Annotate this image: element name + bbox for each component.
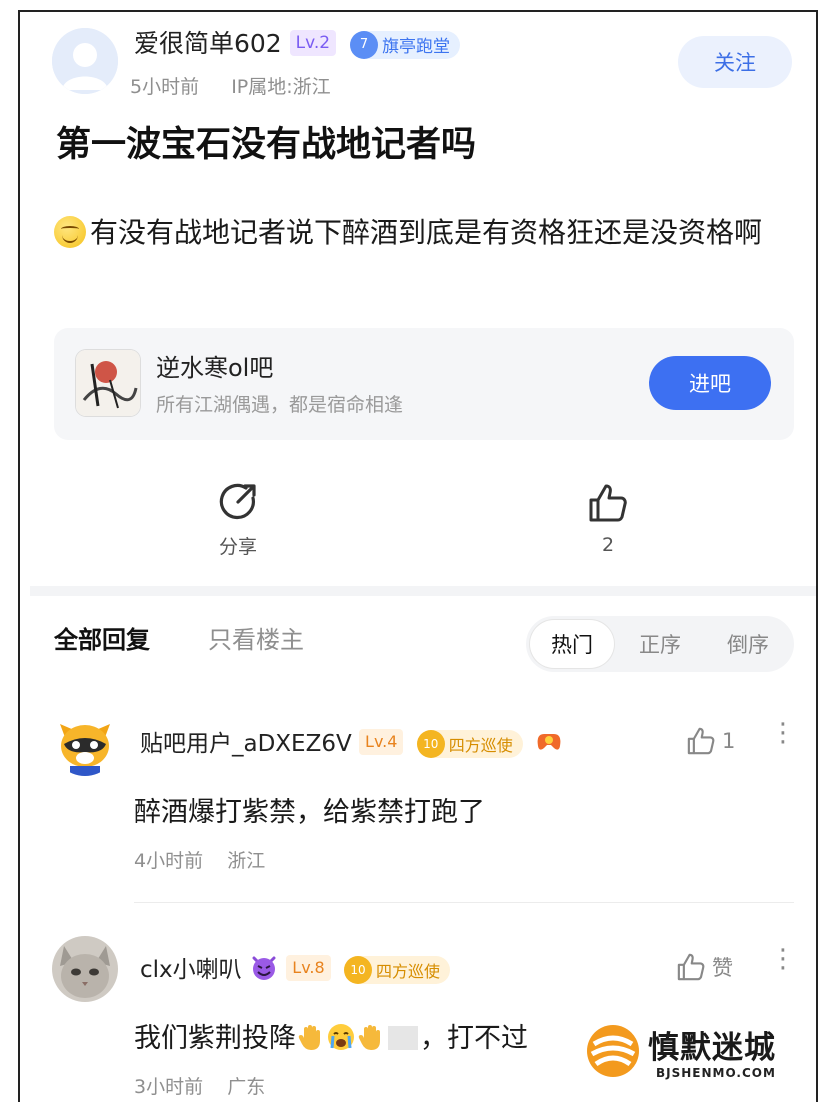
section-divider xyxy=(30,586,816,596)
badge-medal-icon: 10 xyxy=(416,730,445,758)
raccoon-avatar-icon xyxy=(52,710,118,776)
badge-medal-icon: 7 xyxy=(350,30,379,59)
raised-hand-emoji-icon xyxy=(298,1025,320,1050)
watermark-name: 慎默迷城 xyxy=(648,1030,776,1066)
thumbs-up-icon xyxy=(687,727,715,755)
comment-meta: 4小时前 浙江 xyxy=(134,846,265,873)
author-title-badge: 7 旗亭跑堂 xyxy=(350,30,461,59)
forum-card[interactable]: 逆水寒ol吧 所有江湖偶遇，都是宿命相逢 进吧 xyxy=(54,328,794,440)
comment-title-label: 四方巡使 xyxy=(376,962,441,981)
sort-switcher: 热门 正序 倒序 xyxy=(526,616,794,672)
comment-title-badge: 10 四方巡使 xyxy=(416,730,523,758)
share-button[interactable]: 分享 xyxy=(198,482,278,559)
forum-logo-icon xyxy=(76,350,140,416)
author-avatar[interactable] xyxy=(52,28,118,94)
post-meta: 5小时前 IP属地:浙江 xyxy=(130,72,331,99)
post-content: 有没有战地记者说下醉酒到底是有资格狂还是没资格啊 xyxy=(54,206,794,260)
comment-avatar[interactable] xyxy=(52,936,118,1002)
comment-text: 醉酒爆打紫禁，给紫禁打跑了 xyxy=(134,797,485,828)
comment-like-button[interactable]: 赞 xyxy=(676,952,733,982)
post-title: 第一波宝石没有战地记者吗 xyxy=(56,125,477,165)
watermark: 慎默迷城 BJSHENMO.COM xyxy=(574,1012,800,1092)
comment-avatar[interactable] xyxy=(52,710,118,776)
post-page: 爱很简单602 Lv.2 7 旗亭跑堂 5小时前 IP属地:浙江 关注 第一波宝… xyxy=(18,10,818,1102)
comment-author-name[interactable]: 贴吧用户_aDXEZ6V xyxy=(140,731,352,757)
sort-ascending[interactable]: 正序 xyxy=(618,620,702,668)
forum-logo xyxy=(76,350,140,416)
comment-like-label: 赞 xyxy=(712,956,733,980)
post-time: 5小时前 xyxy=(130,76,200,98)
crying-emoji-icon xyxy=(328,1024,354,1050)
devil-emoji-icon xyxy=(252,956,276,980)
post-content-text: 有没有战地记者说下醉酒到底是有资格狂还是没资格啊 xyxy=(90,216,763,249)
comment-author-name[interactable]: clx小喇叭 xyxy=(140,957,242,983)
gamepad-badge-icon xyxy=(537,734,561,750)
author-title-label: 旗亭跑堂 xyxy=(382,37,451,57)
smile-emoji-icon xyxy=(54,216,86,248)
comment-meta: 3小时前 广东 xyxy=(134,1072,265,1099)
more-vertical-icon[interactable]: ⋮ xyxy=(770,946,796,972)
post-author-name[interactable]: 爱很简单602 xyxy=(134,29,282,58)
tab-owner-only[interactable]: 只看楼主 xyxy=(208,620,304,655)
cat-avatar-icon xyxy=(52,936,118,1002)
comment-time: 3小时前 xyxy=(134,1076,204,1098)
comment-like-count: 1 xyxy=(722,729,736,753)
thumbs-up-icon xyxy=(589,484,627,522)
watermark-domain: BJSHENMO.COM xyxy=(656,1066,776,1080)
post-ip-location: IP属地:浙江 xyxy=(231,76,331,98)
comment-text-before: 我们紫荆投降 xyxy=(134,1023,296,1054)
badge-medal-icon: 10 xyxy=(344,956,372,984)
share-icon xyxy=(219,483,256,520)
sort-hot[interactable]: 热门 xyxy=(530,620,614,668)
comment-author-line: clx小喇叭 Lv.8 10 四方巡使 xyxy=(140,950,451,984)
forum-description: 所有江湖偶遇，都是宿命相逢 xyxy=(156,394,404,416)
comment-divider xyxy=(134,902,794,903)
comment-title-badge: 10 四方巡使 xyxy=(344,956,451,984)
forum-name: 逆水寒ol吧 xyxy=(156,354,274,382)
like-count: 2 xyxy=(601,534,615,556)
comment-location: 浙江 xyxy=(227,850,266,872)
image-placeholder xyxy=(388,1026,418,1050)
thumbs-up-icon xyxy=(677,953,705,981)
comment-text: 我们紫荆投降 ，打不过 xyxy=(134,1016,528,1055)
comment-text-after: ，打不过 xyxy=(420,1023,528,1054)
watermark-logo-icon xyxy=(587,1025,639,1077)
raised-hand-emoji-icon xyxy=(358,1025,380,1050)
comment-location: 广东 xyxy=(227,1076,266,1098)
default-avatar-icon xyxy=(52,28,118,94)
comment-level-badge: Lv.4 xyxy=(359,729,404,755)
share-label: 分享 xyxy=(218,536,257,558)
like-button[interactable]: 2 xyxy=(568,482,648,556)
comment-like-button[interactable]: 1 xyxy=(686,726,735,756)
comment-time: 4小时前 xyxy=(134,850,204,872)
author-level-badge: Lv.2 xyxy=(289,30,337,56)
comment-author-line: 贴吧用户_aDXEZ6V Lv.4 10 四方巡使 xyxy=(140,724,564,758)
post-author-line: 爱很简单602 Lv.2 7 旗亭跑堂 xyxy=(134,24,461,60)
sort-descending[interactable]: 倒序 xyxy=(706,620,790,668)
follow-button[interactable]: 关注 xyxy=(678,36,792,88)
enter-forum-button[interactable]: 进吧 xyxy=(649,356,771,410)
comment-title-label: 四方巡使 xyxy=(448,736,513,755)
tab-all-replies[interactable]: 全部回复 xyxy=(54,620,150,655)
more-vertical-icon[interactable]: ⋮ xyxy=(770,720,796,746)
comment-level-badge: Lv.8 xyxy=(286,955,331,981)
